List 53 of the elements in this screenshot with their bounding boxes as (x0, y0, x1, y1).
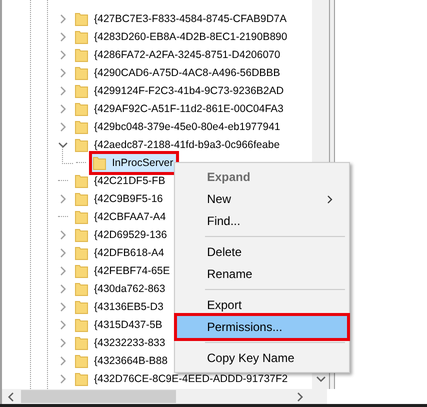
scroll-right-icon[interactable] (296, 392, 303, 402)
registry-key[interactable]: {42C9B9F5-16 (94, 193, 163, 205)
folder-icon (75, 102, 88, 116)
registry-key[interactable]: {430da762-863 (94, 283, 166, 295)
menu-item[interactable]: Rename (177, 263, 347, 285)
folder-icon (75, 48, 88, 62)
registry-key[interactable]: {4283D260-EB8A-4D2B-8EC1-2190B890 (94, 31, 288, 43)
menu-item[interactable]: Copy Key Name (177, 347, 347, 369)
scroll-left-icon[interactable] (8, 392, 15, 402)
folder-icon (75, 192, 88, 206)
registry-key[interactable]: {427BC7E3-F833-4584-8745-CFAB9D7A (94, 13, 287, 25)
registry-key[interactable]: {4290CAD6-A75D-4AC8-A496-56DBBB (94, 67, 280, 79)
menu-item[interactable]: Delete (177, 241, 347, 263)
folder-icon (75, 282, 88, 296)
folder-icon (75, 228, 88, 242)
folder-icon (75, 30, 88, 44)
registry-key[interactable]: {42FEBF74-65E (94, 265, 170, 277)
folder-icon (75, 300, 88, 314)
registry-key[interactable]: {42aedc87-2188-41fd-b9a3-0c966feabe (94, 139, 280, 151)
registry-key[interactable]: {42D69529-136 (94, 229, 167, 241)
registry-key[interactable]: {4323664B-B88 (94, 355, 168, 367)
registry-key[interactable]: {42C21DF5-FB (94, 175, 166, 187)
menu-item[interactable]: Permissions... (177, 316, 347, 338)
folder-icon (75, 246, 88, 260)
registry-key[interactable]: {429AF92C-A51F-11d2-861E-00C04FA3 (94, 103, 284, 115)
folder-icon (75, 174, 88, 188)
folder-icon (75, 336, 88, 350)
registry-key[interactable]: {4315D437-5B (94, 319, 162, 331)
horizontal-scrollbar[interactable] (0, 389, 327, 404)
menu-item[interactable]: New (177, 188, 347, 210)
folder-icon (75, 66, 88, 80)
menu-item[interactable]: Export (177, 294, 347, 316)
scroll-down-icon[interactable] (316, 376, 326, 383)
registry-key[interactable]: {43136EB5-D3 (94, 301, 164, 313)
folder-icon (75, 354, 88, 368)
folder-icon (75, 210, 88, 224)
folder-icon (75, 372, 88, 386)
folder-icon (75, 138, 88, 152)
registry-key[interactable]: {432D76CE-8C9E-4EED-ADDD-91737F2 (94, 373, 288, 385)
registry-key[interactable]: {4299124F-F2C3-41b4-9C73-9236B2AD (94, 85, 284, 97)
registry-key[interactable]: {43232233-833 (94, 337, 166, 349)
folder-icon (75, 264, 88, 278)
registry-key[interactable]: {42CBFAA7-A4 (94, 211, 166, 223)
registry-key[interactable]: {42DFB618-A4 (94, 247, 164, 259)
folder-icon (75, 318, 88, 332)
folder-icon (75, 12, 88, 26)
scroll-thumb[interactable] (21, 390, 176, 403)
folder-icon (75, 120, 88, 134)
registry-key[interactable]: {429bc048-379e-45e0-80e4-eb1977941 (94, 121, 280, 133)
registry-key[interactable]: {4286FA72-A2FA-3245-8751-D4206070 (94, 49, 280, 61)
folder-icon (75, 84, 88, 98)
menu-item[interactable]: Find... (177, 210, 347, 232)
folder-icon (93, 156, 106, 170)
